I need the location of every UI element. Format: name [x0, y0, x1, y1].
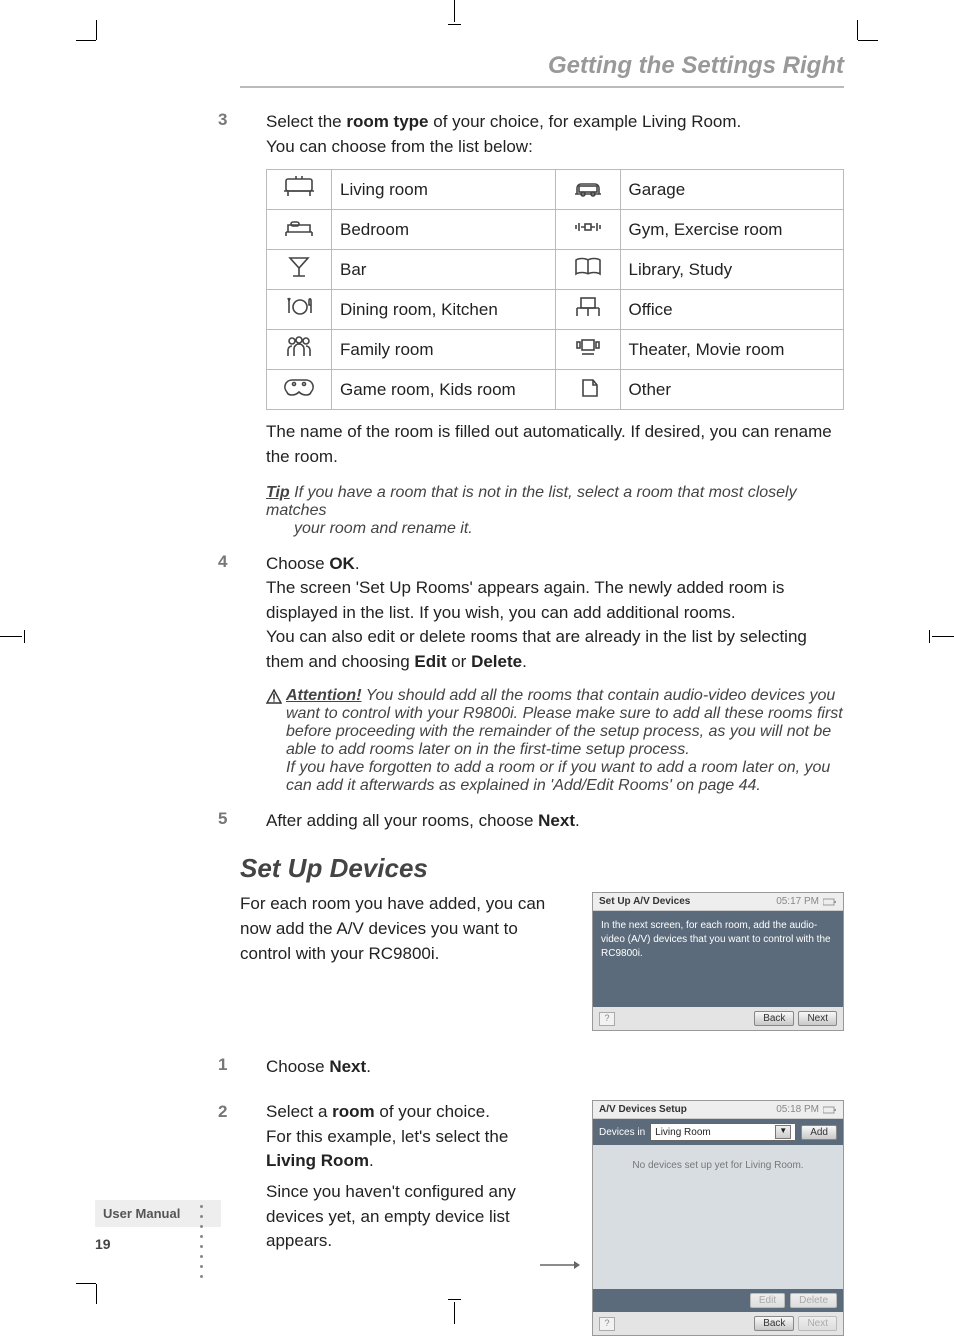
devices-intro: For each room you have added, you can no…	[240, 892, 572, 966]
screen2-title: A/V Devices Setup	[599, 1104, 687, 1115]
page-title: Getting the Settings Right	[240, 52, 844, 80]
devices-step-2-number: 2	[218, 1100, 227, 1125]
warning-icon	[266, 689, 282, 710]
family-room-icon	[267, 330, 332, 370]
gym-icon	[555, 210, 620, 250]
room-label: Garage	[620, 170, 844, 210]
screen2-delete-button: Delete	[790, 1293, 837, 1308]
bar-icon	[267, 250, 332, 290]
tip-label: Tip	[266, 484, 290, 501]
room-label: Office	[620, 290, 844, 330]
devices-step-1-number: 1	[218, 1055, 227, 1075]
battery-icon	[823, 1106, 837, 1114]
room-label: Gym, Exercise room	[620, 210, 844, 250]
screen2-devices-in-label: Devices in	[599, 1127, 645, 1138]
step-4-number: 4	[218, 552, 227, 572]
other-icon	[555, 370, 620, 410]
screen2-edit-button: Edit	[750, 1293, 785, 1308]
screen2-clock: 05:18 PM	[776, 1104, 819, 1115]
room-label: Other	[620, 370, 844, 410]
library-icon	[555, 250, 620, 290]
section-setup-devices: Set Up Devices	[240, 853, 844, 884]
attention-block: Attention! You should add all the rooms …	[240, 687, 844, 795]
devices-step-2: 2 Select a room of your choice. For this…	[240, 1100, 572, 1254]
attention-label: Attention!	[286, 687, 362, 704]
screen1-help: ?	[599, 1012, 615, 1026]
room-type-table: Living room Garage Bedroom Gym, Exercise…	[266, 169, 844, 410]
chevron-down-icon: ▼	[775, 1125, 791, 1139]
room-label: Dining room, Kitchen	[332, 290, 556, 330]
living-room-icon	[267, 170, 332, 210]
screen1-back-button: Back	[754, 1011, 794, 1026]
room-label: Family room	[332, 330, 556, 370]
step-3: 3 Select the room type of your choice, f…	[240, 110, 844, 159]
room-label: Library, Study	[620, 250, 844, 290]
screenshot-av-devices-setup: A/V Devices Setup 05:18 PM Devices in Li…	[592, 1100, 844, 1336]
page-number: 19	[95, 1232, 155, 1256]
step-3-body: Select the room type of your choice, for…	[240, 110, 844, 159]
room-label: Bedroom	[332, 210, 556, 250]
bedroom-icon	[267, 210, 332, 250]
room-label: Living room	[332, 170, 556, 210]
note-room-name: The name of the room is filled out autom…	[240, 420, 844, 469]
step-5-number: 5	[218, 809, 227, 829]
game-room-icon	[267, 370, 332, 410]
battery-icon	[823, 898, 837, 906]
screen2-add-button: Add	[801, 1125, 837, 1140]
theater-icon	[555, 330, 620, 370]
step-3-number: 3	[218, 110, 227, 130]
room-label: Bar	[332, 250, 556, 290]
devices-step-1: 1 Choose Next.	[240, 1055, 844, 1080]
room-label: Theater, Movie room	[620, 330, 844, 370]
screen1-next-button: Next	[798, 1011, 837, 1026]
room-label: Game room, Kids room	[332, 370, 556, 410]
step-4-body: Choose OK. The screen 'Set Up Rooms' app…	[240, 552, 844, 675]
page-header: Getting the Settings Right	[240, 52, 844, 88]
screen1-clock: 05:17 PM	[776, 896, 819, 907]
screenshot-setup-av: Set Up A/V Devices 05:17 PM In the next …	[592, 892, 844, 1031]
screen2-room-select: Living Room ▼	[650, 1123, 796, 1141]
step-5: 5 After adding all your rooms, choose Ne…	[240, 809, 844, 834]
tip-block: Tip If you have a room that is not in th…	[240, 484, 844, 538]
screen2-empty-msg: No devices set up yet for Living Room.	[593, 1145, 843, 1289]
garage-icon	[555, 170, 620, 210]
office-icon	[555, 290, 620, 330]
screen1-title: Set Up A/V Devices	[599, 896, 690, 907]
step-4: 4 Choose OK. The screen 'Set Up Rooms' a…	[240, 552, 844, 675]
kitchen-icon	[267, 290, 332, 330]
step-5-body: After adding all your rooms, choose Next…	[240, 809, 844, 834]
screen1-body: In the next screen, for each room, add t…	[593, 911, 843, 1007]
decorative-dots	[200, 1205, 203, 1278]
